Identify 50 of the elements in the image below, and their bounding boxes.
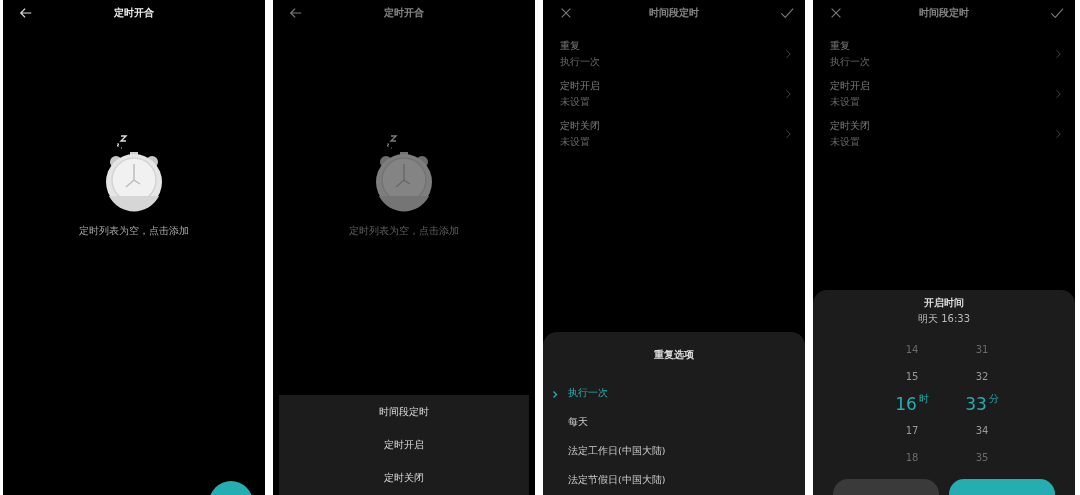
sheet-title: 重复选项	[653, 348, 695, 362]
option-item[interactable]: 执行一次	[543, 379, 805, 408]
row-label: 定时关闭	[830, 119, 871, 133]
option-item[interactable]: 法定节假日(中国大陆)	[543, 466, 805, 495]
row-label: 重复	[830, 39, 851, 53]
row-label: 定时开启	[830, 79, 871, 93]
picker-value[interactable]: 18	[905, 444, 919, 471]
picker-value[interactable]: 34	[975, 417, 989, 444]
chevron-right-icon	[1055, 49, 1061, 59]
settings-row[interactable]: 定时关闭 未设置	[830, 114, 1061, 154]
row-value: 未设置	[560, 95, 591, 109]
picker-value[interactable]: 14	[905, 336, 919, 363]
settings-row[interactable]: 定时开启 未设置	[560, 74, 791, 114]
screen-title: 定时开合	[384, 6, 424, 20]
back-arrow-icon[interactable]	[19, 6, 33, 20]
chevron-right-icon	[785, 49, 791, 59]
settings-row[interactable]: 定时关闭 未设置	[560, 114, 791, 154]
option-item[interactable]: 每天	[543, 408, 805, 437]
sheet-title: 开启时间	[923, 296, 965, 310]
selected-chevron-icon	[552, 390, 558, 399]
menu-item[interactable]: 时间段定时	[279, 395, 529, 429]
selected-time: 明天 16:33	[917, 312, 971, 326]
settings-row[interactable]: 定时开启 未设置	[830, 74, 1061, 114]
chevron-right-icon	[785, 129, 791, 139]
close-icon[interactable]	[829, 6, 843, 20]
option-item[interactable]: 法定工作日(中国大陆)	[543, 437, 805, 466]
picker-value[interactable]: 35	[975, 444, 989, 471]
row-label: 定时关闭	[560, 119, 601, 133]
picker-value[interactable]: 31	[975, 336, 989, 363]
empty-list-message: 定时列表为空，点击添加	[349, 224, 459, 238]
picker-value[interactable]: 15	[905, 363, 919, 390]
chevron-right-icon	[785, 89, 791, 99]
chevron-right-icon	[1055, 89, 1061, 99]
checkmark-icon[interactable]	[1050, 6, 1064, 20]
screen-title: 定时开合	[114, 6, 154, 20]
screen-title: 时间段定时	[649, 6, 699, 20]
menu-item[interactable]: 定时开启	[279, 428, 529, 462]
menu-item[interactable]: 定时关闭	[279, 461, 529, 495]
screen-title: 时间段定时	[919, 6, 969, 20]
row-label: 重复	[560, 39, 581, 53]
picker-value[interactable]: 17	[905, 417, 919, 444]
picker-value[interactable]: 32	[975, 363, 989, 390]
row-value: 未设置	[560, 135, 591, 149]
chevron-right-icon	[1055, 129, 1061, 139]
empty-list-message: 定时列表为空，点击添加	[79, 224, 189, 238]
row-value: 未设置	[830, 95, 861, 109]
row-value: 未设置	[830, 135, 861, 149]
close-icon[interactable]	[559, 6, 573, 20]
checkmark-icon[interactable]	[780, 6, 794, 20]
row-label: 定时开启	[560, 79, 601, 93]
